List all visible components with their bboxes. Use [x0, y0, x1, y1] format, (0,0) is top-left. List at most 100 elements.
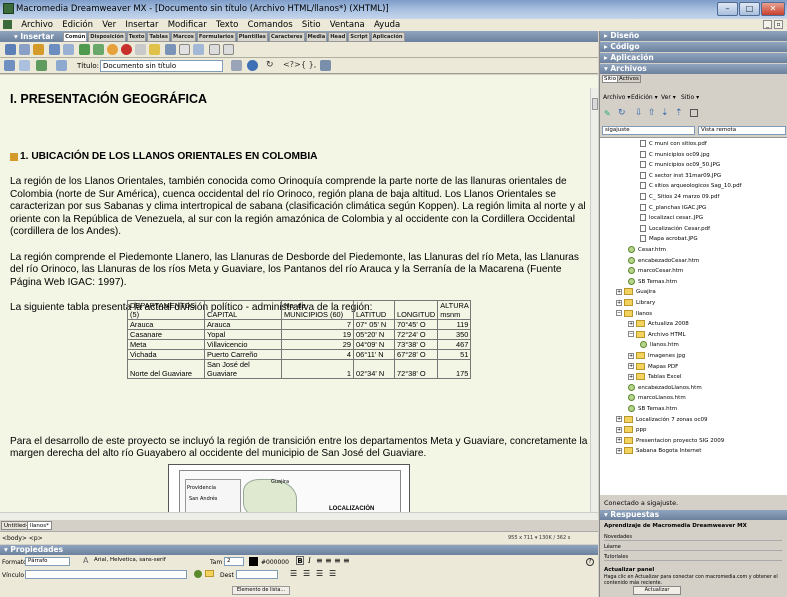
tab-texto[interactable]: Texto [126, 31, 147, 42]
comment-icon[interactable] [209, 44, 220, 55]
tree-item[interactable]: + Localización 7 zonas oc09 [616, 415, 708, 424]
tab-formularios[interactable]: Formularios [196, 31, 236, 42]
target-select[interactable] [236, 570, 278, 579]
expand-toggle-icon[interactable]: + [628, 320, 634, 327]
tab-tablas[interactable]: Tablas [147, 31, 170, 42]
anchor-icon[interactable] [33, 44, 44, 55]
scroll-thumb[interactable] [592, 98, 598, 110]
menu-ver[interactable]: Ver [102, 19, 116, 31]
tab-llanos[interactable]: llanos* [27, 521, 52, 530]
tree-item[interactable]: + Mapas PDF [628, 362, 678, 371]
indent-icon[interactable]: ☰ [329, 569, 336, 578]
tree-item[interactable]: encabezadoLlanos.htm [628, 383, 702, 392]
tab-media[interactable]: Media [305, 31, 328, 42]
point-to-file-icon[interactable] [194, 570, 202, 578]
preview-globe-icon[interactable] [247, 60, 258, 71]
server-include-icon[interactable] [223, 44, 234, 55]
tree-item[interactable]: − Archivo HTML [628, 330, 686, 339]
table-icon[interactable] [49, 44, 60, 55]
color-swatch[interactable] [249, 557, 258, 566]
panel-archivos[interactable]: ▾ Archivos [600, 64, 787, 74]
tree-item[interactable]: + Guajira [616, 288, 656, 296]
tree-item[interactable]: + Presentacion proyecto SIG 2009 [616, 436, 724, 445]
doc-restore-button[interactable]: ▫ [774, 20, 783, 29]
font-select[interactable]: Arial, Helvetica, sans-serif [92, 557, 192, 566]
fireworks-icon[interactable] [107, 44, 118, 55]
tree-item[interactable]: C municipios oc09.jpg [640, 150, 710, 159]
tree-item[interactable]: SB Temas.htm [628, 277, 677, 286]
tree-item[interactable]: SB Temas.htm [628, 405, 677, 413]
browse-folder-icon[interactable] [205, 570, 214, 577]
formato-select[interactable]: Párrafo [25, 557, 70, 566]
document-design-view[interactable]: I. PRESENTACIÓN GEOGRÁFICA 1. UBICACIÓN … [0, 75, 598, 515]
tree-item[interactable]: C sector inst 31mar09.JPG [640, 171, 721, 180]
split-view-icon[interactable] [19, 60, 30, 71]
code-navigation-icon[interactable]: <?> [283, 60, 301, 69]
navigation-bar-icon[interactable] [149, 44, 160, 55]
tab-sitio[interactable]: Sitio [602, 75, 619, 83]
check-browser-icon[interactable] [231, 60, 242, 71]
tab-comun[interactable]: Común [63, 31, 88, 42]
flash-icon[interactable] [121, 44, 132, 55]
site-select[interactable]: sigajuste [602, 126, 695, 135]
tree-item[interactable]: + Sabana Bogota Internet [616, 447, 701, 455]
align-center-icon[interactable]: ≡ [325, 556, 332, 565]
doc-minimize-button[interactable]: _ [763, 20, 772, 29]
align-left-icon[interactable]: ≡ [316, 556, 323, 565]
tab-aplicacion[interactable]: Aplicación [370, 31, 405, 42]
tree-item[interactable]: C_ Sitios 24 marzo 09.pdf [640, 193, 719, 201]
tree-item[interactable]: C municipios oc09_50.JPG [640, 161, 720, 169]
menu-insertar[interactable]: Insertar [125, 19, 158, 31]
menu-archivo[interactable]: Archivo [21, 19, 53, 31]
tree-item[interactable]: C sitios arqueologicos Sag_10.pdf [640, 182, 742, 190]
live-data-icon[interactable] [56, 60, 67, 71]
italic-icon[interactable]: I [308, 556, 311, 565]
colombia-location-map[interactable]: Providencia San Andrés Guajira LOCALIZAC… [168, 464, 410, 515]
expand-toggle-icon[interactable]: + [628, 373, 634, 380]
tab-activos[interactable]: Activos [617, 75, 641, 83]
size-select[interactable]: 2 [224, 557, 244, 566]
refresh-files-icon[interactable]: ↻ [618, 108, 626, 118]
expand-toggle-icon[interactable]: + [628, 352, 634, 359]
files-menu-archivo[interactable]: Archivo ▾ [603, 94, 630, 101]
tree-item[interactable]: localizaci cesar..JPG [640, 214, 703, 222]
tag-selector[interactable]: <body> <p> [2, 535, 43, 542]
tree-item[interactable]: Localización Cesar.pdf [640, 224, 710, 233]
design-view-icon[interactable] [36, 60, 47, 71]
title-input[interactable] [100, 60, 223, 72]
tab-script[interactable]: Script [348, 31, 370, 42]
bold-icon[interactable]: B [296, 556, 304, 565]
tree-item[interactable]: Cesar.htm [628, 246, 666, 254]
get-files-icon[interactable]: ⇩ [635, 108, 643, 118]
link-input[interactable] [25, 570, 187, 579]
horizontal-rule-icon[interactable] [165, 44, 176, 55]
color-value[interactable]: #000000 [261, 559, 289, 566]
tab-head[interactable]: Head [328, 31, 348, 42]
menu-ventana[interactable]: Ventana [330, 19, 365, 31]
update-button[interactable]: Actualizar [633, 586, 681, 595]
unordered-list-icon[interactable]: ☰ [290, 569, 297, 578]
document-vertical-scrollbar[interactable] [590, 88, 598, 512]
menu-edicion[interactable]: Edición [62, 19, 93, 31]
connect-icon[interactable]: ✎ [604, 109, 611, 118]
tree-item[interactable]: + ppp [616, 426, 646, 434]
check-out-icon[interactable]: ⇣ [661, 108, 669, 118]
list-item-button[interactable]: Elemento de lista... [232, 586, 290, 595]
expand-toggle-icon[interactable]: − [628, 331, 634, 338]
refresh-icon[interactable]: ↻ [266, 60, 274, 70]
tab-caracteres[interactable]: Caracteres [268, 31, 305, 42]
rollover-image-icon[interactable] [135, 44, 146, 55]
put-files-icon[interactable]: ⇧ [648, 108, 656, 118]
link-leame[interactable]: Léame [604, 544, 782, 551]
files-menu-sitio[interactable]: Sitio ▾ [681, 94, 699, 101]
tree-item[interactable]: C_planchas IGAC.JPG [640, 203, 706, 212]
tree-item[interactable]: C muni con sitios.pdf [640, 140, 707, 148]
email-link-icon[interactable] [19, 44, 30, 55]
view-options-icon[interactable] [320, 60, 331, 71]
tree-item[interactable]: + Tablas Excel [628, 373, 681, 381]
tree-item[interactable]: llanos.htm [640, 341, 679, 349]
tree-item[interactable]: + Imagenes jpg [628, 352, 685, 360]
date-icon[interactable] [179, 44, 190, 55]
image-icon[interactable] [79, 44, 90, 55]
minimize-button[interactable]: – [717, 2, 738, 16]
